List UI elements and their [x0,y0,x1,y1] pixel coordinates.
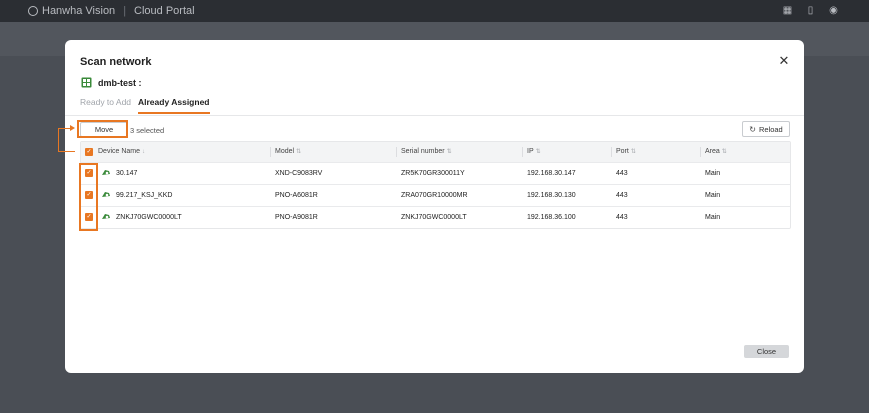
brand-name: Hanwha Vision [42,5,116,17]
sort-down-icon: ↓ [142,149,146,155]
annotation-line [58,128,59,151]
cell-device-name: 30.147 [116,170,138,177]
table-row[interactable]: ✓ 30.147 XND-C9083RV ZR5K70GR300011Y 192… [81,162,790,184]
cell-model: PNO-A9081R [275,214,318,221]
top-bar: Hanwha Vision | Cloud Portal ▦ ▯ ◉ [0,0,869,22]
cell-device-name: 99.217_KSJ_KKD [116,192,173,199]
annotation-arrow-icon [70,125,75,131]
tab-already-assigned[interactable]: Already Assigned [138,97,210,114]
annotation-line [58,151,75,152]
cell-model: PNO-A6081R [275,192,318,199]
cell-ip: 192.168.30.147 [527,170,576,177]
brand-divider: | [123,5,127,17]
reload-label: Reload [758,124,783,134]
brand: Hanwha Vision | Cloud Portal [28,5,195,17]
top-icons: ▦ ▯ ◉ [782,5,839,16]
header-area[interactable]: Area ⇅ [705,148,727,155]
column-divider [611,147,612,157]
apps-grid-icon[interactable]: ▦ [782,5,793,16]
portal-name: Cloud Portal [134,5,195,17]
device-table: ✓ Device Name ↓ Model ⇅ Serial number ⇅ IP ⇅… [80,141,791,229]
cell-port: 443 [616,214,628,221]
header-ip[interactable]: IP ⇅ [527,148,541,155]
sort-icon: ⇅ [296,149,302,155]
cell-port: 443 [616,192,628,199]
cell-serial: ZRA070GR10000MR [401,192,468,199]
selected-count: 3 selected [130,126,165,135]
cell-ip: 192.168.30.130 [527,192,576,199]
cell-model: XND-C9083RV [275,170,323,177]
sort-icon: ⇅ [630,149,636,155]
modal-title: Scan network [80,56,152,68]
close-button[interactable]: Close [744,345,789,358]
hanwha-logo-icon [28,6,38,16]
site-row: dmb-test : [81,77,142,88]
header-model[interactable]: Model ⇅ [275,148,301,155]
cell-device-name: ZNKJ70GWC0000LT [116,214,182,221]
refresh-icon: ↻ [749,124,756,134]
scan-network-modal: Scan network ✕ dmb-test : Ready to Add A… [58,40,804,373]
tabs-divider [65,115,804,116]
table-header: ✓ Device Name ↓ Model ⇅ Serial number ⇅ IP ⇅… [81,142,790,162]
cell-ip: 192.168.36.100 [527,214,576,221]
select-all-checkbox[interactable]: ✓ [85,148,93,156]
cell-area: Main [705,192,721,199]
cell-area: Main [705,214,721,221]
reload-button[interactable]: ↻ Reload [742,121,790,137]
column-divider [396,147,397,157]
column-divider [522,147,523,157]
column-divider [270,147,271,157]
site-name: dmb-test : [98,77,142,88]
cell-area: Main [705,170,721,177]
site-icon [81,77,92,88]
camera-icon [102,170,110,175]
table-row[interactable]: ✓ ZNKJ70GWC0000LT PNO-A9081R ZNKJ70GWC00… [81,206,790,228]
table-row[interactable]: ✓ 99.217_KSJ_KKD PNO-A6081R ZRA070GR1000… [81,184,790,206]
close-icon[interactable]: ✕ [778,54,790,67]
checkbox-highlight-box [79,163,98,231]
move-highlight-box [77,120,128,138]
sort-icon: ⇅ [721,149,727,155]
sort-icon: ⇅ [535,149,541,155]
camera-icon [102,192,110,197]
tab-ready-to-add[interactable]: Ready to Add [80,97,131,112]
user-profile-icon[interactable]: ◉ [828,5,839,16]
cell-serial: ZNKJ70GWC0000LT [401,214,467,221]
header-device-name[interactable]: Device Name ↓ [98,148,145,155]
column-divider [700,147,701,157]
sort-icon: ⇅ [446,149,452,155]
camera-icon [102,214,110,219]
cell-port: 443 [616,170,628,177]
cell-serial: ZR5K70GR300011Y [401,170,465,177]
document-icon[interactable]: ▯ [805,5,816,16]
modal-tabs: Ready to Add Already Assigned [80,97,789,114]
header-serial-number[interactable]: Serial number ⇅ [401,148,452,155]
header-port[interactable]: Port ⇅ [616,148,636,155]
